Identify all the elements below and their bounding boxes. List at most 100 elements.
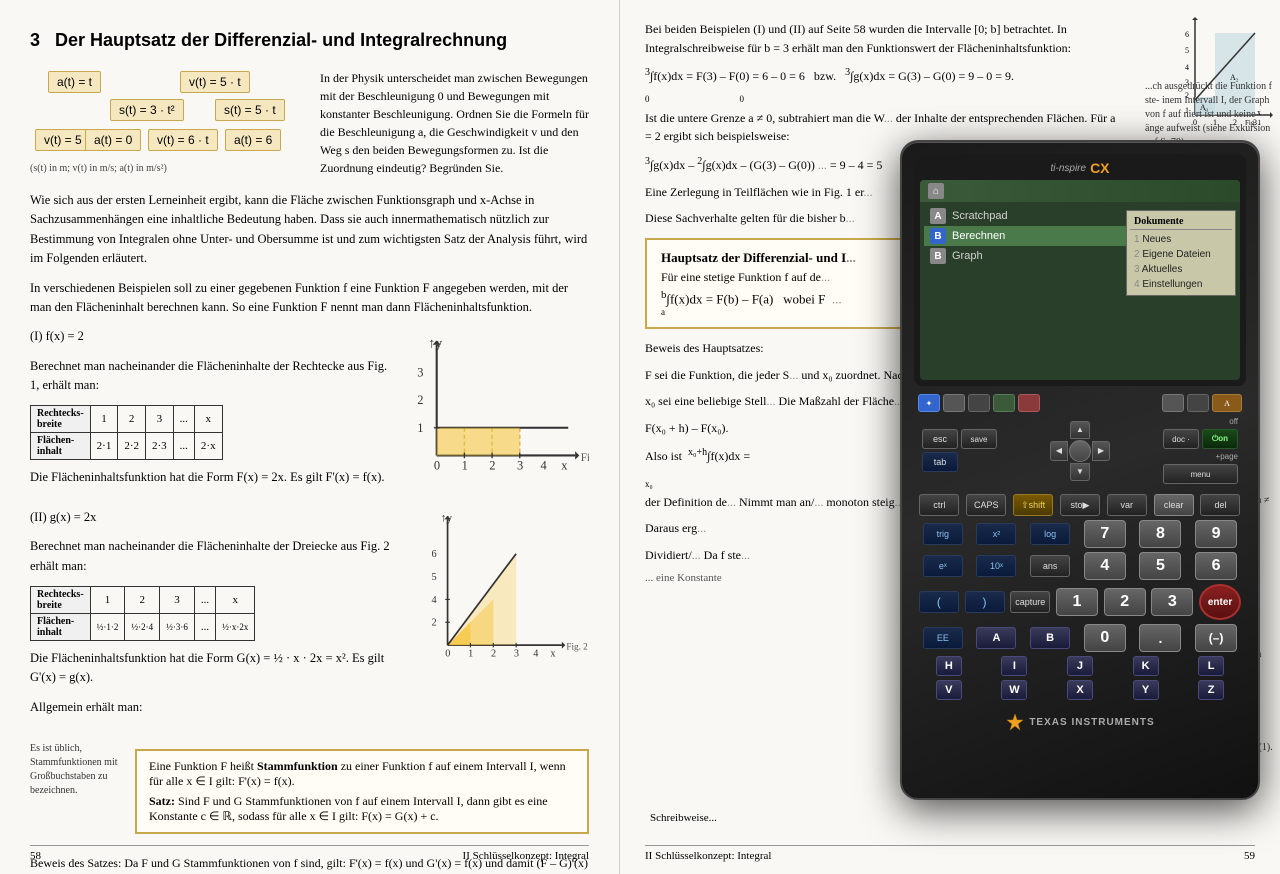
shift-key[interactable]: ⇧shift (1013, 494, 1053, 516)
open-paren-key[interactable]: ( (919, 591, 959, 613)
sto-key[interactable]: sto▶ (1060, 494, 1100, 516)
trig-key[interactable]: trig (923, 523, 963, 545)
ex1-text: Berechnet man nacheinander die Flächenin… (30, 357, 394, 396)
svg-text:1: 1 (417, 421, 423, 435)
key-1[interactable]: 1 (1056, 588, 1098, 616)
key-H[interactable]: H (936, 656, 962, 676)
func-icon-5[interactable] (1018, 394, 1040, 412)
var-key[interactable]: var (1107, 494, 1147, 516)
svg-text:1: 1 (462, 459, 468, 473)
on-doc-row: doc · ⏻on (1163, 429, 1238, 449)
d-pad-center[interactable] (1069, 440, 1091, 462)
ex2-label: (II) g(x) = 2x (30, 508, 394, 527)
func-icon-4[interactable] (993, 394, 1015, 412)
log-key[interactable]: log (1030, 523, 1070, 545)
func-icon-2[interactable] (943, 394, 965, 412)
key-dot[interactable]: . (1139, 624, 1181, 652)
svg-text:4: 4 (533, 648, 538, 659)
on-button[interactable]: ⏻on (1202, 429, 1238, 449)
ans-key[interactable]: ans (1030, 555, 1070, 577)
key-I[interactable]: I (1001, 656, 1027, 676)
ex1-formula: Die Flächeninhaltsfunktion hat die Form … (30, 468, 394, 487)
nav-row: esc save tab ▲ ▼ ◀ ▶ off (914, 417, 1246, 484)
example1-section: (I) f(x) = 2 Berechnet man nacheinander … (30, 327, 589, 498)
right-intro: Bei beiden Beispielen (I) und (II) auf S… (645, 20, 1125, 57)
key-A[interactable]: A (976, 627, 1016, 649)
d-pad-right[interactable]: ▶ (1092, 441, 1110, 461)
ti-logo-group: TEXAS INSTRUMENTS (914, 712, 1246, 732)
doc-button[interactable]: doc · (1163, 429, 1199, 449)
capture-key[interactable]: capture (1010, 591, 1050, 613)
svg-text:3: 3 (514, 648, 519, 659)
calc-brand: ti-nspire (1050, 163, 1086, 174)
key-K[interactable]: K (1133, 656, 1159, 676)
key-Z[interactable]: Z (1198, 680, 1224, 700)
chapter-number: 3 (30, 30, 40, 50)
svg-text:1: 1 (468, 648, 473, 659)
key-0[interactable]: 0 (1084, 624, 1126, 652)
10x-key[interactable]: 10ˣ (976, 555, 1016, 577)
formula-box-at3: a(t) = 6 (225, 129, 281, 151)
key-9[interactable]: 9 (1195, 520, 1237, 548)
ex-key[interactable]: eˣ (923, 555, 963, 577)
func-icon-7[interactable] (1187, 394, 1209, 412)
svg-text:x: x (561, 459, 568, 473)
close-paren-key[interactable]: ) (965, 591, 1005, 613)
caps-key[interactable]: CAPS (966, 494, 1006, 516)
nav-right-buttons: off doc · ⏻on +page menu (1163, 417, 1238, 484)
footer-section-right: II Schlüsselkonzept: Integral (645, 850, 771, 862)
svg-text:3: 3 (517, 459, 523, 473)
formula-box-at: a(t) = t (48, 71, 101, 93)
key-neg[interactable]: (–) (1195, 624, 1237, 652)
key-B[interactable]: B (1030, 627, 1070, 649)
calc-screen-header: ⌂ (920, 180, 1240, 202)
del-key[interactable]: del (1200, 494, 1240, 516)
key-W[interactable]: W (1001, 680, 1027, 700)
formula-box-vt3: v(t) = 6 · t (148, 129, 218, 151)
func-icon-6[interactable] (1162, 394, 1184, 412)
d-pad-down[interactable]: ▼ (1070, 463, 1090, 481)
tab-button[interactable]: tab (922, 452, 958, 472)
chapter-header: 3 Der Hauptsatz der Differenzial- und In… (30, 30, 589, 51)
formula-subscript: 0 0 (645, 94, 1125, 104)
key-J[interactable]: J (1067, 656, 1093, 676)
func-icon-3[interactable] (968, 394, 990, 412)
key-6[interactable]: 6 (1195, 552, 1237, 580)
ee-key[interactable]: EE (923, 627, 963, 649)
enter-key[interactable]: enter (1199, 584, 1241, 620)
key-Y[interactable]: Y (1133, 680, 1159, 700)
menu-button[interactable]: menu (1163, 464, 1238, 484)
calc-body: ti-nspire CX ⌂ A Scratchpad (900, 140, 1260, 800)
key-7[interactable]: 7 (1084, 520, 1126, 548)
func-icon-1[interactable]: ✦ (918, 394, 940, 412)
d-pad-up[interactable]: ▲ (1070, 421, 1090, 439)
svg-text:2: 2 (417, 393, 423, 407)
key-X[interactable]: X (1067, 680, 1093, 700)
key-row-letters2: V W X Y Z (916, 680, 1244, 700)
key-3[interactable]: 3 (1151, 588, 1193, 616)
svg-text:2: 2 (491, 648, 496, 659)
key-V[interactable]: V (936, 680, 962, 700)
table1: Rechtecks-breite 123...x Flächen-inhalt … (30, 405, 394, 460)
func-icon-8[interactable]: A (1212, 394, 1242, 412)
key-row-ctrl: ctrl CAPS ⇧shift sto▶ var clear del (916, 494, 1244, 516)
x2-key[interactable]: x² (976, 523, 1016, 545)
save-button[interactable]: save (961, 429, 997, 449)
clear-key[interactable]: clear (1154, 494, 1194, 516)
side-note: Es ist üblich, Stammfunktionen mit Großb… (30, 737, 125, 798)
submenu-neues: 1 Neues (1130, 232, 1232, 247)
key-5[interactable]: 5 (1139, 552, 1181, 580)
key-L[interactable]: L (1198, 656, 1224, 676)
d-pad-left[interactable]: ◀ (1050, 441, 1068, 461)
svg-text:Fig. 2: Fig. 2 (566, 641, 588, 651)
esc-button[interactable]: esc (922, 429, 958, 449)
key-row-bottom: EE A B 0 . (–) (916, 624, 1244, 652)
key-8[interactable]: 8 (1139, 520, 1181, 548)
key-2[interactable]: 2 (1104, 588, 1146, 616)
highlight-satz: Satz: Sind F und G Stammfunktionen von f… (149, 794, 575, 824)
right-page: 6 5 4 3 2 1 0 1 2 3 A₁ A₂ x Fig. 1 Bei b… (620, 0, 1280, 874)
ti-logo-text: TEXAS INSTRUMENTS (1029, 717, 1154, 728)
ctrl-key[interactable]: ctrl (919, 494, 959, 516)
key-4[interactable]: 4 (1084, 552, 1126, 580)
para1: Wie sich aus der ersten Lerneinheit ergi… (30, 191, 589, 269)
